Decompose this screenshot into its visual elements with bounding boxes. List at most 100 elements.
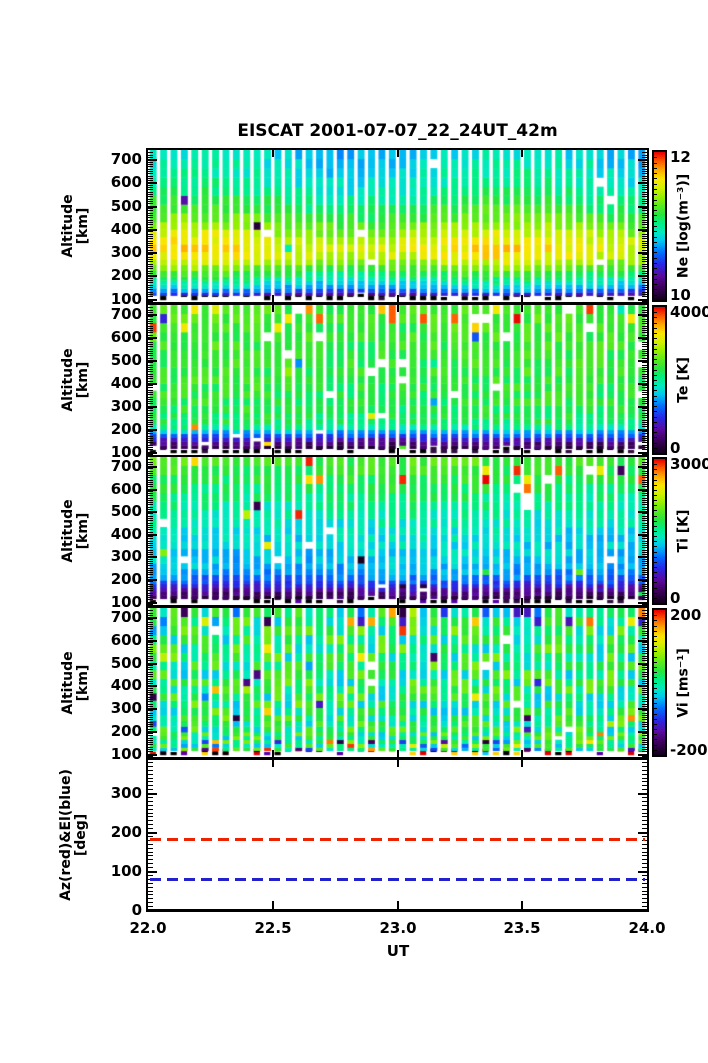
colorbar-max-label: 3000 [670, 455, 708, 473]
y-minor-tick [638, 182, 647, 184]
y-minor-tick [148, 550, 153, 551]
y-minor-tick [148, 628, 153, 629]
y-minor-tick [148, 667, 153, 668]
y-minor-tick [642, 694, 647, 695]
deg-tick [642, 863, 647, 864]
x-tick [272, 448, 274, 455]
deg-tick [642, 844, 647, 845]
y-minor-tick [642, 355, 647, 356]
y-minor-tick [638, 252, 647, 254]
y-minor-tick [642, 631, 647, 632]
elevation-line [150, 878, 645, 882]
y-minor-tick [642, 169, 647, 170]
y-minor-tick [148, 593, 153, 594]
colorbar-tick [654, 416, 657, 418]
alt-tick-label: 400 [110, 373, 142, 392]
y-minor-tick [148, 217, 153, 218]
altitude-axis-title-line1: Altitude [60, 194, 76, 258]
y-minor-tick [148, 173, 153, 174]
colorbar-tick [654, 338, 657, 340]
altitude-axis-title-line1: Altitude [60, 499, 76, 563]
y-minor-tick [642, 635, 647, 636]
y-minor-tick [148, 617, 157, 619]
eiscat-figure: EISCAT 2001-07-07_22_24UT_42m 700 600 500 4… [0, 0, 708, 1063]
y-minor-tick [148, 674, 153, 675]
y-minor-tick [642, 413, 647, 414]
te-heatmap-canvas [148, 305, 647, 455]
y-minor-tick [642, 651, 647, 652]
colorbar-tick [654, 744, 657, 746]
y-minor-tick [642, 547, 647, 548]
x-tick [272, 295, 274, 302]
y-minor-tick [148, 473, 153, 474]
y-minor-tick [642, 597, 647, 598]
y-minor-tick [148, 694, 153, 695]
y-minor-tick [642, 426, 647, 427]
y-minor-tick [148, 615, 153, 616]
y-minor-tick [148, 385, 153, 386]
deg-tick [148, 832, 157, 834]
y-minor-tick [148, 301, 153, 302]
y-minor-tick [148, 631, 153, 632]
y-minor-tick [642, 683, 647, 684]
deg-tick [148, 859, 153, 860]
deg-tick [148, 848, 153, 849]
colorbar-tick [654, 364, 657, 366]
deg-tick [148, 863, 153, 864]
colorbar-tick [654, 173, 657, 175]
y-minor-tick [642, 674, 647, 675]
y-minor-tick [148, 213, 153, 214]
y-minor-tick [642, 282, 647, 283]
y-minor-tick [638, 337, 647, 339]
y-minor-tick [642, 493, 647, 494]
colorbar-tick [654, 630, 657, 632]
y-minor-tick [148, 683, 153, 684]
y-minor-tick [642, 581, 647, 582]
alt-tick-label: 600 [110, 328, 142, 347]
y-minor-tick [148, 722, 153, 723]
y-minor-tick [148, 462, 153, 463]
y-minor-tick [148, 729, 153, 730]
y-minor-tick [642, 189, 647, 190]
y-minor-tick [642, 692, 647, 693]
colorbar-tick [654, 561, 657, 563]
y-minor-tick [148, 527, 153, 528]
colorbar-max-label: 200 [670, 606, 702, 624]
deg-tick [642, 855, 647, 856]
y-minor-tick [642, 735, 647, 736]
y-minor-tick [148, 264, 153, 265]
y-minor-tick [642, 261, 647, 262]
y-minor-tick [642, 199, 647, 200]
y-minor-tick [642, 208, 647, 209]
y-minor-tick [642, 676, 647, 677]
y-minor-tick [148, 699, 153, 700]
y-minor-tick [642, 369, 647, 370]
y-minor-tick [642, 231, 647, 232]
colorbar-tick [654, 500, 657, 502]
y-minor-tick [148, 413, 153, 414]
y-minor-tick [148, 420, 153, 421]
x-tick [272, 305, 274, 312]
y-minor-tick [148, 422, 153, 423]
y-minor-tick [148, 199, 153, 200]
y-minor-tick [642, 622, 647, 623]
deg-tick [642, 875, 647, 876]
y-minor-tick [148, 588, 153, 589]
alt-tick-label: 400 [110, 219, 142, 238]
y-minor-tick [148, 247, 153, 248]
y-minor-tick [638, 299, 647, 301]
y-minor-tick [642, 570, 647, 571]
y-minor-tick [148, 220, 153, 221]
y-minor-tick [642, 155, 647, 156]
y-minor-tick [642, 234, 647, 235]
x-tick [521, 901, 523, 910]
y-minor-tick [642, 387, 647, 388]
y-minor-tick [642, 319, 647, 320]
y-minor-tick [148, 491, 153, 492]
y-minor-tick [148, 236, 153, 237]
colorbar-tick [654, 359, 657, 361]
y-minor-tick [148, 360, 157, 362]
colorbar-tick [654, 464, 657, 466]
y-minor-tick [148, 332, 153, 333]
deg-tick [148, 867, 153, 868]
